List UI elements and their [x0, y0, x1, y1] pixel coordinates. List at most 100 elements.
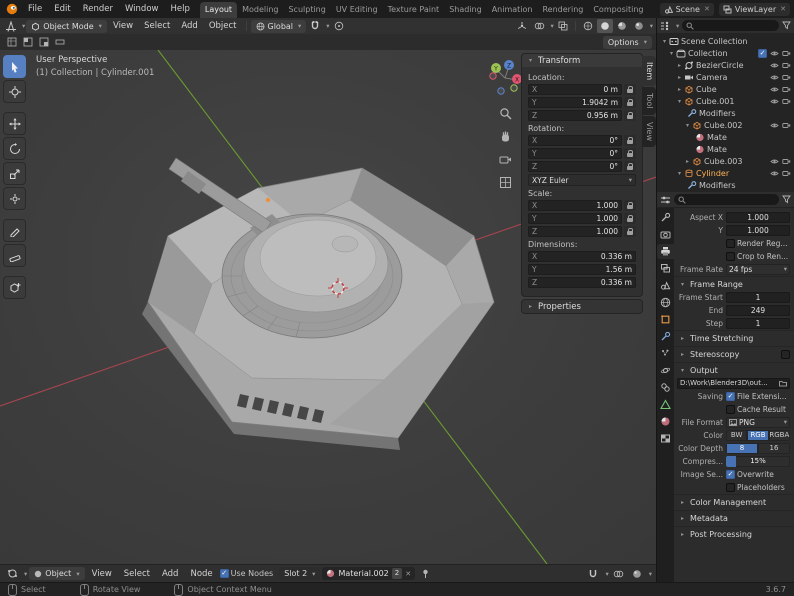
cache-result-checkbox[interactable]	[726, 405, 735, 414]
filter-icon[interactable]	[782, 21, 791, 30]
disclosure-triangle-icon[interactable]: ▾	[667, 50, 676, 57]
tool-select-box[interactable]	[3, 55, 26, 78]
n-panel-tab-item[interactable]: Item	[642, 56, 656, 86]
properties-tab-view-layer[interactable]	[657, 261, 674, 276]
disclosure-triangle-icon[interactable]: ▸	[683, 158, 692, 165]
lock-location-z-icon[interactable]	[624, 110, 636, 121]
folder-icon[interactable]	[779, 380, 787, 387]
rotation-x-field[interactable]: X0°	[528, 135, 622, 146]
disclosure-triangle-icon[interactable]: ▸	[675, 86, 684, 93]
disable-in-renders-icon[interactable]	[782, 157, 791, 166]
outliner-row-cylinder[interactable]: ▾ Cylinder	[657, 167, 794, 179]
scene-selector[interactable]: Scene ✕	[660, 3, 714, 16]
hide-in-viewport-icon[interactable]	[770, 61, 779, 70]
workspace-tab-uv-editing[interactable]: UV Editing	[331, 2, 383, 18]
outliner-row-material[interactable]: Mate	[657, 143, 794, 155]
properties-tab-constraints[interactable]	[657, 380, 674, 395]
shading-solid-icon[interactable]	[597, 19, 613, 33]
frame-rate-dropdown[interactable]: 24 fps▾	[726, 264, 790, 275]
dimension-z-field[interactable]: Z0.336 m	[528, 277, 636, 288]
zoom-icon[interactable]	[496, 104, 514, 122]
snap-magnet-icon[interactable]	[307, 19, 323, 33]
lock-rotation-z-icon[interactable]	[624, 161, 636, 172]
user-count-badge[interactable]: 2	[392, 568, 402, 579]
metadata-section-header[interactable]: ▸Metadata	[674, 510, 794, 525]
shading-sphere-icon[interactable]	[629, 567, 645, 581]
overwrite-checkbox[interactable]	[726, 470, 735, 479]
disable-in-renders-icon[interactable]	[782, 85, 791, 94]
disable-in-renders-icon[interactable]	[782, 61, 791, 70]
disclosure-triangle-icon[interactable]: ▸	[675, 74, 684, 81]
workspace-tab-shading[interactable]: Shading	[444, 2, 487, 18]
post-processing-section-header[interactable]: ▸Post Processing	[674, 526, 794, 541]
aspect-x-field[interactable]: 1.000	[726, 212, 790, 223]
xray-toggle-icon[interactable]	[555, 19, 571, 33]
hide-in-viewport-icon[interactable]	[770, 73, 779, 82]
disable-in-renders-icon[interactable]	[782, 49, 791, 58]
proportional-editing-icon[interactable]	[331, 19, 347, 33]
shading-wireframe-icon[interactable]	[580, 19, 596, 33]
properties-tab-physics[interactable]	[657, 363, 674, 378]
outliner-row-modifiers[interactable]: Modifiers	[657, 179, 794, 191]
tool-add-cube[interactable]	[3, 276, 26, 299]
disable-in-renders-icon[interactable]	[782, 97, 791, 106]
tool-cursor[interactable]	[3, 80, 26, 103]
properties-tab-modifiers[interactable]	[657, 329, 674, 344]
overlays-icon[interactable]	[531, 19, 547, 33]
tool-move[interactable]	[3, 112, 26, 135]
rotation-mode-dropdown[interactable]: XYZ Euler ▾	[528, 174, 636, 186]
color-depth-16[interactable]: 16	[758, 443, 790, 454]
viewport-3d[interactable]: User Perspective (1) Collection | Cylind…	[0, 50, 656, 564]
lock-rotation-x-icon[interactable]	[624, 135, 636, 146]
camera-view-icon[interactable]	[496, 150, 514, 168]
stereoscopy-checkbox[interactable]	[781, 350, 790, 359]
pin-icon[interactable]	[417, 567, 433, 581]
scale-y-field[interactable]: Y1.000	[528, 213, 622, 224]
hide-in-viewport-icon[interactable]	[770, 121, 779, 130]
navigation-gizmo[interactable]: Y Z X	[487, 58, 523, 98]
lock-location-y-icon[interactable]	[624, 97, 636, 108]
color-management-section-header[interactable]: ▸Color Management	[674, 494, 794, 509]
workspace-tab-animation[interactable]: Animation	[487, 2, 538, 18]
unlink-scene-icon[interactable]: ✕	[704, 5, 710, 13]
lock-location-x-icon[interactable]	[624, 84, 636, 95]
outliner-search-input[interactable]	[682, 20, 779, 31]
tool-settings-icon[interactable]	[20, 35, 36, 49]
compression-slider[interactable]: 15%	[726, 456, 790, 467]
time-stretching-section-header[interactable]: ▸Time Stretching	[674, 330, 794, 345]
shading-material-icon[interactable]	[614, 19, 630, 33]
outliner-row-modifiers[interactable]: Modifiers	[657, 107, 794, 119]
crop-to-render-checkbox[interactable]	[726, 252, 735, 261]
render-region-checkbox[interactable]	[726, 239, 735, 248]
editor-type-outliner-icon[interactable]	[660, 21, 671, 31]
show-gizmo-icon[interactable]	[514, 19, 530, 33]
properties-tab-texture[interactable]	[657, 431, 674, 446]
properties-tab-scene[interactable]	[657, 278, 674, 293]
tool-settings-icon[interactable]	[4, 35, 20, 49]
unlink-material-icon[interactable]: ✕	[405, 570, 411, 578]
menu-edit[interactable]: Edit	[48, 0, 76, 18]
n-panel-tab-view[interactable]: View	[642, 116, 656, 147]
transform-orientation-selector[interactable]: Global ▾	[251, 20, 307, 33]
options-button[interactable]: Options ▾	[603, 36, 652, 49]
frame-start-field[interactable]: 1	[726, 292, 790, 303]
hide-in-viewport-icon[interactable]	[770, 49, 779, 58]
hide-in-viewport-icon[interactable]	[770, 169, 779, 178]
outliner-row-cube-003[interactable]: ▸ Cube.003	[657, 155, 794, 167]
disable-in-renders-icon[interactable]	[782, 121, 791, 130]
workspace-tab-compositing[interactable]: Compositing	[588, 2, 648, 18]
location-x-field[interactable]: X0 m	[528, 84, 622, 95]
menu-select[interactable]: Select	[119, 569, 155, 579]
outliner-row-material[interactable]: Mate	[657, 131, 794, 143]
workspace-tab-modeling[interactable]: Modeling	[237, 2, 283, 18]
properties-tab-world[interactable]	[657, 295, 674, 310]
disable-in-renders-icon[interactable]	[782, 169, 791, 178]
disclosure-triangle-icon[interactable]: ▸	[675, 62, 684, 69]
material-slot-selector[interactable]: Slot 2 ▾	[279, 567, 320, 580]
frame-range-section-header[interactable]: ▾Frame Range	[674, 276, 794, 291]
output-section-header[interactable]: ▾Output	[674, 362, 794, 377]
workspace-tab-layout[interactable]: Layout	[200, 2, 237, 18]
file-extensions-checkbox[interactable]	[726, 392, 735, 401]
lock-scale-y-icon[interactable]	[624, 213, 636, 224]
menu-add[interactable]: Add	[157, 569, 183, 579]
